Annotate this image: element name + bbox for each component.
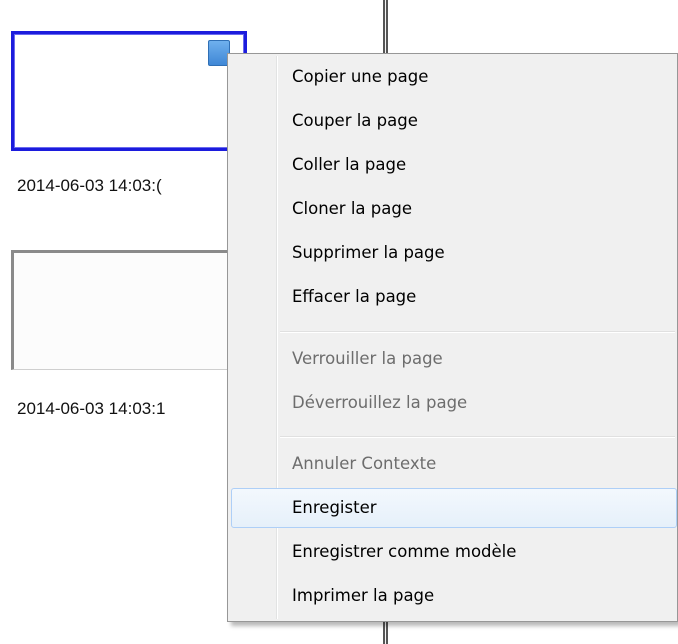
workspace: : 2014-06-03 14:03:( : 2014-06-03 14:03:… bbox=[0, 0, 678, 644]
menu-item-lock-page[interactable]: Verrouiller la page bbox=[231, 339, 677, 379]
menu-item-cut-page[interactable]: Couper la page bbox=[231, 101, 677, 141]
menu-separator bbox=[280, 331, 675, 333]
page-timestamp: 2014-06-03 14:03:( bbox=[17, 176, 162, 195]
menu-item-clone-page[interactable]: Cloner la page bbox=[231, 189, 677, 229]
menu-item-undo-context[interactable]: Annuler Contexte bbox=[231, 444, 677, 484]
page-timestamp: 2014-06-03 14:03:1 bbox=[17, 399, 166, 418]
menu-item-print-page[interactable]: Imprimer la page bbox=[231, 576, 677, 616]
context-menu: Copier une page Couper la page Coller la… bbox=[227, 53, 678, 622]
menu-item-save-as-template[interactable]: Enregistrer comme modèle bbox=[231, 532, 677, 572]
menu-item-copy-page[interactable]: Copier une page bbox=[231, 57, 677, 97]
menu-item-delete-page[interactable]: Supprimer la page bbox=[231, 233, 677, 273]
menu-item-unlock-page[interactable]: Déverrouillez la page bbox=[231, 383, 677, 423]
menu-item-save[interactable]: Enregister bbox=[231, 488, 677, 528]
menu-item-clear-page[interactable]: Effacer la page bbox=[231, 277, 677, 317]
page-thumbnail[interactable]: : bbox=[11, 250, 247, 370]
menu-separator bbox=[280, 436, 675, 438]
menu-item-paste-page[interactable]: Coller la page bbox=[231, 145, 677, 185]
